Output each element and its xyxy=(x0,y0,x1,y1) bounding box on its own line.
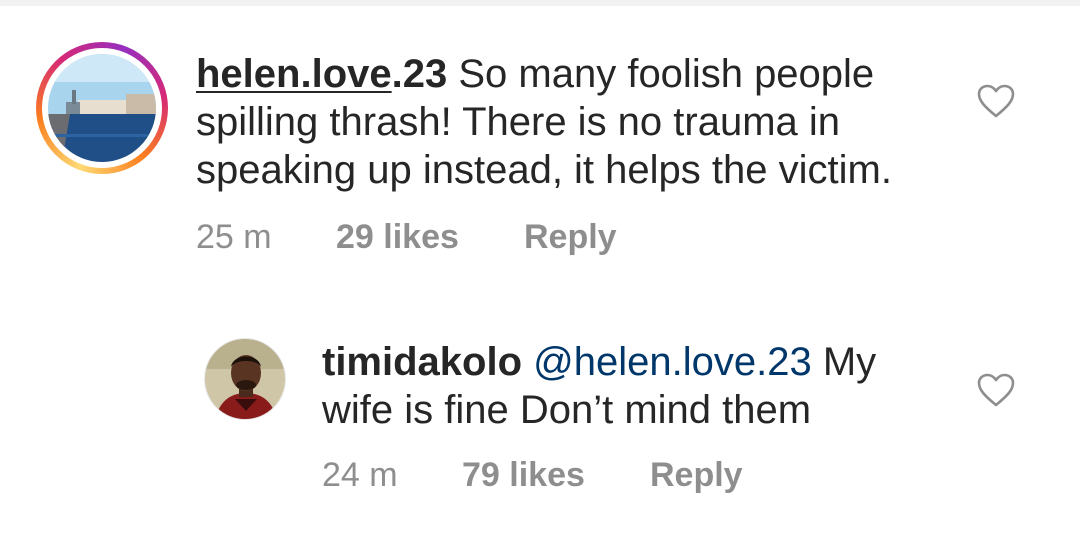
reply-button[interactable]: Reply xyxy=(524,218,617,257)
username-suffix[interactable]: .23 xyxy=(392,52,448,96)
username-link[interactable]: helen.love xyxy=(196,52,392,96)
comment-body: timidakolo @helen.love.23 My wife is fin… xyxy=(322,338,942,434)
comment-item: helen.love.23 So many foolish people spi… xyxy=(0,0,1080,290)
comment-mention[interactable]: @helen.love.23 xyxy=(533,340,812,384)
comment-time: 24 m xyxy=(322,456,398,494)
comment-time: 25 m xyxy=(196,218,272,256)
comment-body: helen.love.23 So many foolish people spi… xyxy=(196,50,956,194)
comment-username[interactable]: helen.love.23 xyxy=(196,52,447,96)
reply-button[interactable]: Reply xyxy=(650,456,743,495)
comment-likes[interactable]: 79 likes xyxy=(462,456,585,495)
man-portrait-photo xyxy=(205,339,285,419)
avatar[interactable] xyxy=(48,54,156,162)
reply-comment-item: timidakolo @helen.love.23 My wife is fin… xyxy=(0,290,1080,555)
city-canal-photo xyxy=(48,54,156,162)
heart-outline-icon[interactable] xyxy=(976,83,1016,119)
comment-meta: 24 m 79 likes Reply xyxy=(322,456,922,496)
comment-meta: 25 m 29 likes Reply xyxy=(196,218,796,258)
comment-username[interactable]: timidakolo xyxy=(322,340,522,384)
heart-outline-icon[interactable] xyxy=(976,372,1016,408)
avatar[interactable] xyxy=(204,338,286,420)
comment-likes[interactable]: 29 likes xyxy=(336,218,459,257)
